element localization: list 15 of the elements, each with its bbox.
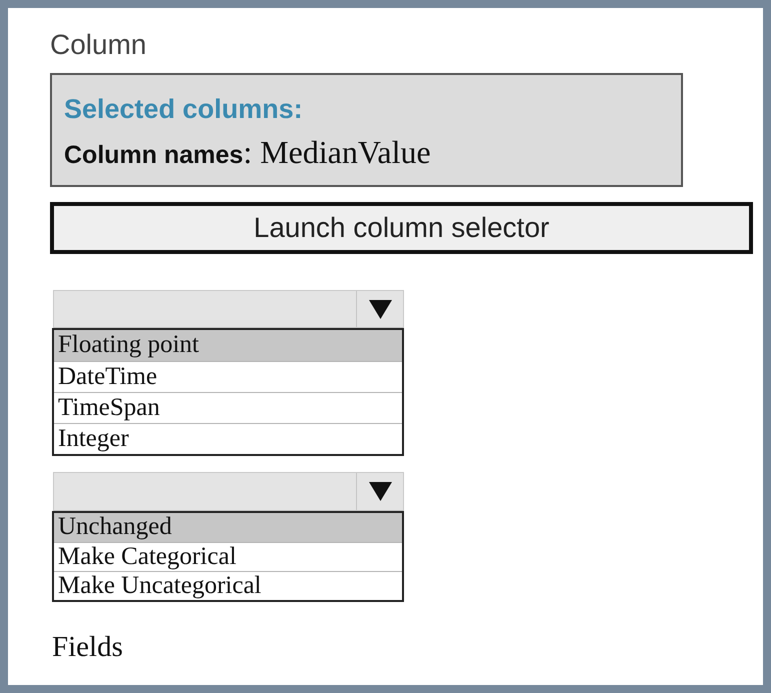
fields-label: Fields <box>52 630 123 664</box>
dropdown-field[interactable] <box>53 290 404 328</box>
launch-column-selector-button[interactable]: Launch column selector <box>50 202 753 254</box>
column-names-text: Column names: MedianValue <box>64 133 431 172</box>
dropdown-option[interactable]: Make Categorical <box>54 542 402 571</box>
dropdown-field[interactable] <box>53 472 404 511</box>
dropdown-option[interactable]: Unchanged <box>54 513 402 542</box>
dropdown-option[interactable]: Floating point <box>54 330 402 361</box>
dropdown-option[interactable]: TimeSpan <box>54 392 402 423</box>
caret-icon <box>368 300 392 318</box>
caret-icon <box>368 482 392 501</box>
selected-columns-title: Selected columns: <box>64 93 303 125</box>
section-label: Column <box>50 28 146 62</box>
dropdown-option[interactable]: Make Uncategorical <box>54 571 402 600</box>
dropdown-option[interactable]: Integer <box>54 423 402 454</box>
